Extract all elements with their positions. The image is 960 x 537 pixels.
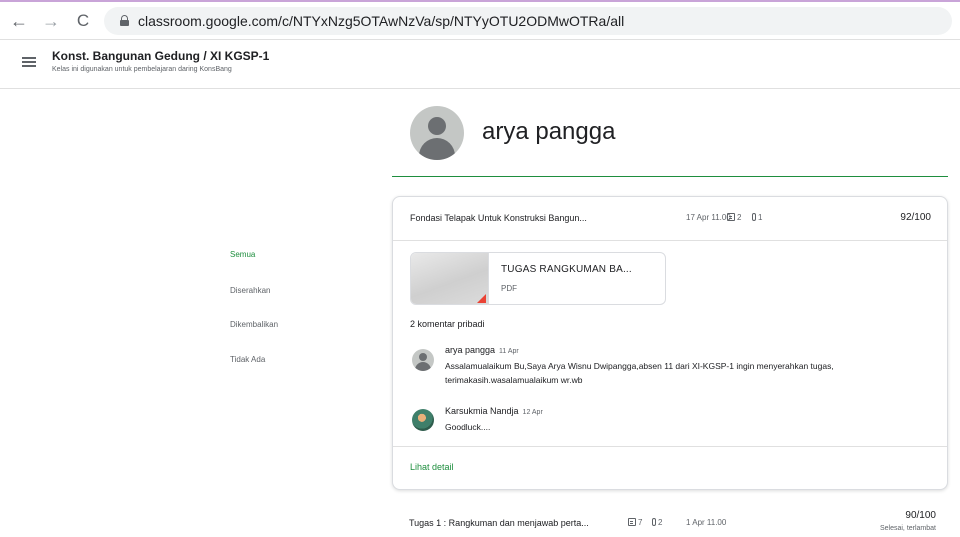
divider — [392, 176, 948, 177]
comment-text: Assalamualaikum Bu,Saya Arya Wisnu Dwipa… — [445, 361, 834, 385]
address-bar[interactable]: classroom.google.com/c/NTYxNzg5OTAwNzVa/… — [104, 7, 952, 35]
lock-icon — [120, 15, 129, 26]
comment-text: Goodluck.... — [445, 422, 491, 432]
comment-author-name: arya pangga — [445, 345, 496, 355]
comment-date: 12 Apr — [522, 409, 543, 416]
back-arrow-icon[interactable]: ← — [8, 10, 30, 32]
doc-count-value: 2 — [737, 213, 742, 222]
filter-missing[interactable]: Tidak Ada — [230, 355, 265, 364]
comment-avatar — [412, 409, 434, 431]
attachment-tile[interactable]: TUGAS RANGKUMAN BA... PDF — [410, 252, 666, 305]
assignment-title[interactable]: Tugas 1 : Rangkuman dan menjawab perta..… — [409, 518, 589, 528]
reload-icon[interactable]: C — [72, 10, 94, 32]
url-text[interactable]: classroom.google.com/c/NTYxNzg5OTAwNzVa/… — [138, 13, 624, 29]
forward-arrow-icon[interactable]: → — [40, 10, 62, 32]
attachment-count: 1 — [752, 213, 762, 222]
paperclip-icon — [752, 213, 756, 221]
comment-author-name: Karsukmia Nandja — [445, 406, 519, 416]
attachment-count: 2 — [652, 518, 662, 527]
comment-avatar — [412, 349, 434, 371]
attachment-type: PDF — [501, 284, 517, 293]
due-date: 1 Apr 11.00 — [686, 518, 727, 527]
filter-returned[interactable]: Dikembalikan — [230, 320, 278, 329]
attachment-count-value: 2 — [658, 518, 663, 527]
divider — [393, 446, 947, 447]
doc-count: 7 — [628, 518, 642, 527]
paperclip-icon — [652, 518, 656, 526]
class-title[interactable]: Konst. Bangunan Gedung / XI KGSP-1 — [52, 49, 269, 63]
pdf-icon — [477, 294, 486, 303]
comment-date: 11 Apr — [499, 348, 519, 355]
attachment-thumbnail — [411, 253, 489, 304]
assignment-card: Fondasi Telapak Untuk Konstruksi Bangun.… — [392, 196, 948, 490]
attachment-count-value: 1 — [758, 213, 763, 222]
class-header: Konst. Bangunan Gedung / XI KGSP-1 Kelas… — [0, 41, 960, 89]
due-date: 17 Apr 11.00 — [686, 213, 731, 222]
assignment-score: 90/100 — [905, 510, 936, 521]
student-avatar — [410, 106, 464, 160]
status-text: Selesai, terlambat — [879, 525, 936, 532]
attachment-title: TUGAS RANGKUMAN BA... — [501, 264, 632, 275]
document-icon — [628, 518, 636, 526]
assignment-score: 92/100 — [900, 212, 931, 223]
assignment-header[interactable]: Fondasi Telapak Untuk Konstruksi Bangun.… — [393, 197, 947, 241]
filter-submitted[interactable]: Diserahkan — [230, 286, 270, 295]
class-subtitle: Kelas ini digunakan untuk pembelajaran d… — [52, 66, 232, 73]
private-comments-label: 2 komentar pribadi — [410, 319, 485, 329]
assignment-title[interactable]: Fondasi Telapak Untuk Konstruksi Bangun.… — [410, 213, 587, 223]
doc-count-value: 7 — [638, 518, 643, 527]
browser-toolbar: ← → C classroom.google.com/c/NTYxNzg5OTA… — [0, 0, 960, 40]
student-name: arya pangga — [482, 118, 616, 145]
view-detail-link[interactable]: Lihat detail — [410, 462, 454, 472]
filter-all[interactable]: Semua — [230, 250, 255, 259]
comment-author: arya pangga 11 Apr — [445, 345, 519, 355]
hamburger-menu-icon[interactable] — [22, 56, 36, 67]
comment-author: Karsukmia Nandja 12 Apr — [445, 406, 543, 416]
